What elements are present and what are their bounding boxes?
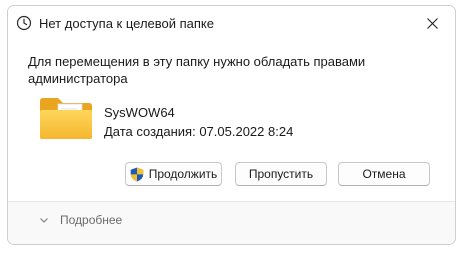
dialog-footer: Подробнее <box>8 201 455 244</box>
continue-button-label: Продолжить <box>148 167 218 181</box>
dialog-title: Нет доступа к целевой папке <box>39 16 214 31</box>
skip-button[interactable]: Пропустить <box>235 162 327 186</box>
close-icon <box>426 17 438 29</box>
dialog-content: Для перемещения в эту папку нужно облада… <box>8 42 455 201</box>
dialog-window: Нет доступа к целевой папке Для перемеще… <box>7 5 456 245</box>
folder-created-date: Дата создания: 07.05.2022 8:24 <box>104 124 294 139</box>
clock-icon <box>16 15 32 31</box>
skip-button-label: Пропустить <box>248 167 314 181</box>
folder-name: SysWOW64 <box>104 105 175 120</box>
details-label: Подробнее <box>60 213 123 227</box>
cancel-button-label: Отмена <box>362 167 406 181</box>
message-text: Для перемещения в эту папку нужно облада… <box>28 54 366 86</box>
uac-shield-icon <box>130 167 143 181</box>
title-bar: Нет доступа к целевой папке <box>8 6 455 42</box>
folder-icon <box>40 98 92 139</box>
cancel-button[interactable]: Отмена <box>338 162 430 186</box>
continue-button[interactable]: Продолжить <box>125 162 222 186</box>
close-button[interactable] <box>409 6 455 40</box>
chevron-down-icon <box>40 218 48 223</box>
details-toggle[interactable]: Подробнее <box>39 213 122 227</box>
